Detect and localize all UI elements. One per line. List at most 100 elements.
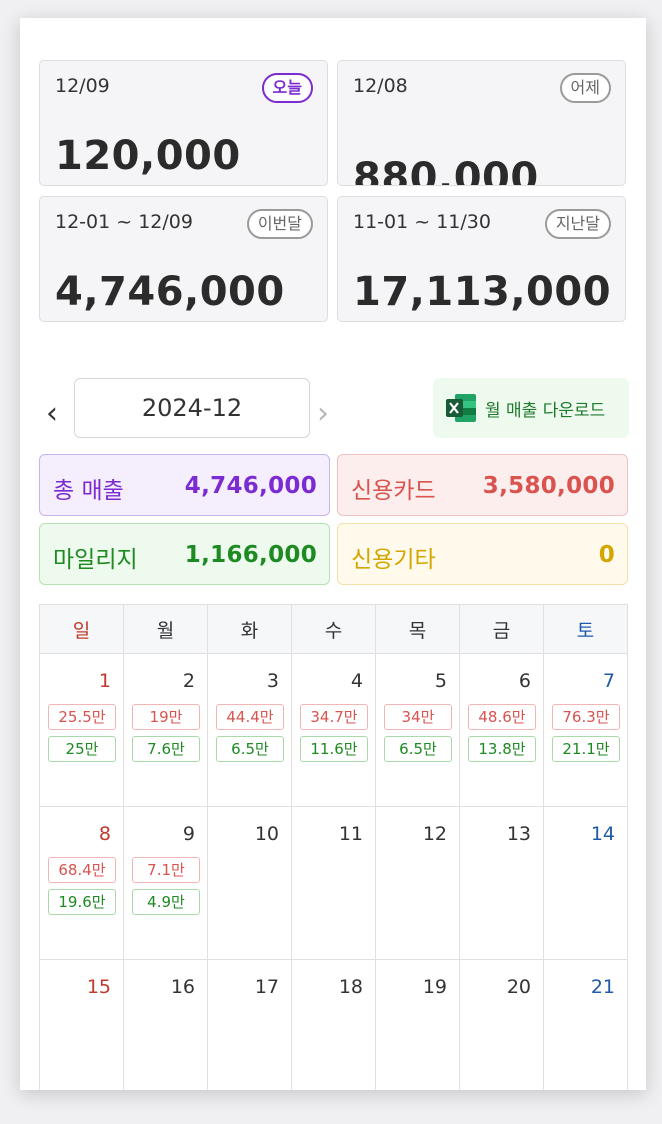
mileage-pill: 11.6만 bbox=[300, 736, 368, 762]
day-number: 16 bbox=[170, 976, 195, 998]
day-number: 10 bbox=[254, 823, 279, 845]
calendar-day[interactable]: 5 34만 6.5만 bbox=[375, 653, 460, 807]
card-today[interactable]: 12/09 오늘 120,000 bbox=[39, 60, 328, 186]
day-number: 5 bbox=[434, 670, 447, 692]
weekday-sun: 일 bbox=[39, 604, 124, 654]
day-number: 17 bbox=[254, 976, 279, 998]
stat-label: 총 매출 bbox=[53, 478, 124, 504]
card-date: 11-01 ~ 11/30 bbox=[353, 211, 491, 233]
card-sales-pill: 7.1만 bbox=[132, 857, 200, 883]
stat-credit-card: 신용카드 3,580,000 bbox=[337, 454, 628, 516]
weekday-fri: 금 bbox=[459, 604, 544, 654]
stat-credit-other: 신용기타 0 bbox=[337, 523, 628, 585]
stat-label: 신용카드 bbox=[351, 478, 436, 504]
day-number: 20 bbox=[506, 976, 531, 998]
day-number: 9 bbox=[182, 823, 195, 845]
card-amount: 880,000 bbox=[353, 155, 539, 186]
stat-label: 마일리지 bbox=[53, 547, 138, 573]
badge-this-month: 이번달 bbox=[246, 209, 313, 239]
calendar-day[interactable]: 20 bbox=[459, 959, 544, 1090]
mileage-pill: 21.1만 bbox=[552, 736, 620, 762]
day-number: 7 bbox=[602, 670, 615, 692]
calendar-day[interactable]: 10 bbox=[207, 806, 292, 960]
weekday-header: 일 월 화 수 목 금 토 bbox=[39, 604, 628, 654]
prev-month-icon[interactable]: ‹ bbox=[46, 394, 68, 434]
calendar-week: 15 16 17 18 19 20 21 bbox=[39, 959, 628, 1090]
mileage-pill: 6.5만 bbox=[216, 736, 284, 762]
calendar-day[interactable]: 4 34.7만 11.6만 bbox=[291, 653, 376, 807]
calendar-day[interactable]: 19 bbox=[375, 959, 460, 1090]
download-label: 월 매출 다운로드 bbox=[485, 401, 606, 421]
day-number: 11 bbox=[338, 823, 363, 845]
card-sales-pill: 48.6만 bbox=[468, 704, 536, 730]
calendar-week: 8 68.4만 19.6만 9 7.1만 4.9만 10 11 12 13 14 bbox=[39, 806, 628, 960]
month-selector[interactable]: 2024-12 bbox=[74, 378, 310, 438]
calendar-day[interactable]: 8 68.4만 19.6만 bbox=[39, 806, 124, 960]
day-number: 18 bbox=[338, 976, 363, 998]
card-amount: 4,746,000 bbox=[55, 269, 285, 315]
card-amount: 17,113,000 bbox=[353, 269, 612, 315]
day-number: 21 bbox=[590, 976, 615, 998]
day-number: 3 bbox=[266, 670, 279, 692]
card-sales-pill: 34.7만 bbox=[300, 704, 368, 730]
mileage-pill: 13.8만 bbox=[468, 736, 536, 762]
card-sales-pill: 25.5만 bbox=[48, 704, 116, 730]
calendar-day[interactable]: 13 bbox=[459, 806, 544, 960]
card-sales-pill: 76.3만 bbox=[552, 704, 620, 730]
calendar-day[interactable]: 9 7.1만 4.9만 bbox=[123, 806, 208, 960]
calendar-day[interactable]: 16 bbox=[123, 959, 208, 1090]
card-sales-pill: 44.4만 bbox=[216, 704, 284, 730]
calendar-day[interactable]: 14 bbox=[543, 806, 628, 960]
mileage-pill: 7.6만 bbox=[132, 736, 200, 762]
badge-yesterday: 어제 bbox=[559, 73, 611, 103]
next-month-icon[interactable]: › bbox=[317, 394, 339, 434]
day-number: 4 bbox=[350, 670, 363, 692]
excel-icon bbox=[446, 394, 476, 422]
calendar-day[interactable]: 12 bbox=[375, 806, 460, 960]
day-number: 15 bbox=[86, 976, 111, 998]
stat-value: 4,746,000 bbox=[184, 473, 317, 499]
day-number: 13 bbox=[506, 823, 531, 845]
stat-mileage: 마일리지 1,166,000 bbox=[39, 523, 330, 585]
stat-value: 3,580,000 bbox=[482, 473, 615, 499]
sales-calendar: 일 월 화 수 목 금 토 1 25.5만 25만 2 19만 7.6만 3 4… bbox=[39, 604, 628, 1090]
card-date: 12/08 bbox=[353, 75, 408, 97]
card-sales-pill: 19만 bbox=[132, 704, 200, 730]
mileage-pill: 25만 bbox=[48, 736, 116, 762]
card-date: 12-01 ~ 12/09 bbox=[55, 211, 193, 233]
calendar-day[interactable]: 17 bbox=[207, 959, 292, 1090]
app-frame: 12/09 오늘 120,000 12/08 어제 880,000 12-01 … bbox=[20, 18, 646, 1090]
day-number: 2 bbox=[182, 670, 195, 692]
card-amount: 120,000 bbox=[55, 133, 241, 179]
calendar-day[interactable]: 7 76.3만 21.1만 bbox=[543, 653, 628, 807]
stat-value: 0 bbox=[598, 542, 615, 568]
calendar-day[interactable]: 11 bbox=[291, 806, 376, 960]
calendar-day[interactable]: 21 bbox=[543, 959, 628, 1090]
day-number: 6 bbox=[518, 670, 531, 692]
calendar-day[interactable]: 1 25.5만 25만 bbox=[39, 653, 124, 807]
calendar-day[interactable]: 6 48.6만 13.8만 bbox=[459, 653, 544, 807]
card-yesterday[interactable]: 12/08 어제 880,000 bbox=[337, 60, 626, 186]
mileage-pill: 4.9만 bbox=[132, 889, 200, 915]
stat-total-sales: 총 매출 4,746,000 bbox=[39, 454, 330, 516]
card-this-month[interactable]: 12-01 ~ 12/09 이번달 4,746,000 bbox=[39, 196, 328, 322]
weekday-thu: 목 bbox=[375, 604, 460, 654]
day-number: 8 bbox=[98, 823, 111, 845]
calendar-day[interactable]: 18 bbox=[291, 959, 376, 1090]
card-sales-pill: 34만 bbox=[384, 704, 452, 730]
card-date: 12/09 bbox=[55, 75, 110, 97]
calendar-day[interactable]: 2 19만 7.6만 bbox=[123, 653, 208, 807]
card-last-month[interactable]: 11-01 ~ 11/30 지난달 17,113,000 bbox=[337, 196, 626, 322]
weekday-sat: 토 bbox=[543, 604, 628, 654]
weekday-tue: 화 bbox=[207, 604, 292, 654]
calendar-day[interactable]: 15 bbox=[39, 959, 124, 1090]
calendar-day[interactable]: 3 44.4만 6.5만 bbox=[207, 653, 292, 807]
day-number: 1 bbox=[98, 670, 111, 692]
badge-today: 오늘 bbox=[261, 73, 313, 103]
day-number: 14 bbox=[590, 823, 615, 845]
mileage-pill: 6.5만 bbox=[384, 736, 452, 762]
monthly-sales-download-button[interactable]: 월 매출 다운로드 bbox=[433, 378, 629, 438]
weekday-wed: 수 bbox=[291, 604, 376, 654]
day-number: 19 bbox=[422, 976, 447, 998]
calendar-week: 1 25.5만 25만 2 19만 7.6만 3 44.4만 6.5만 4 34… bbox=[39, 653, 628, 807]
